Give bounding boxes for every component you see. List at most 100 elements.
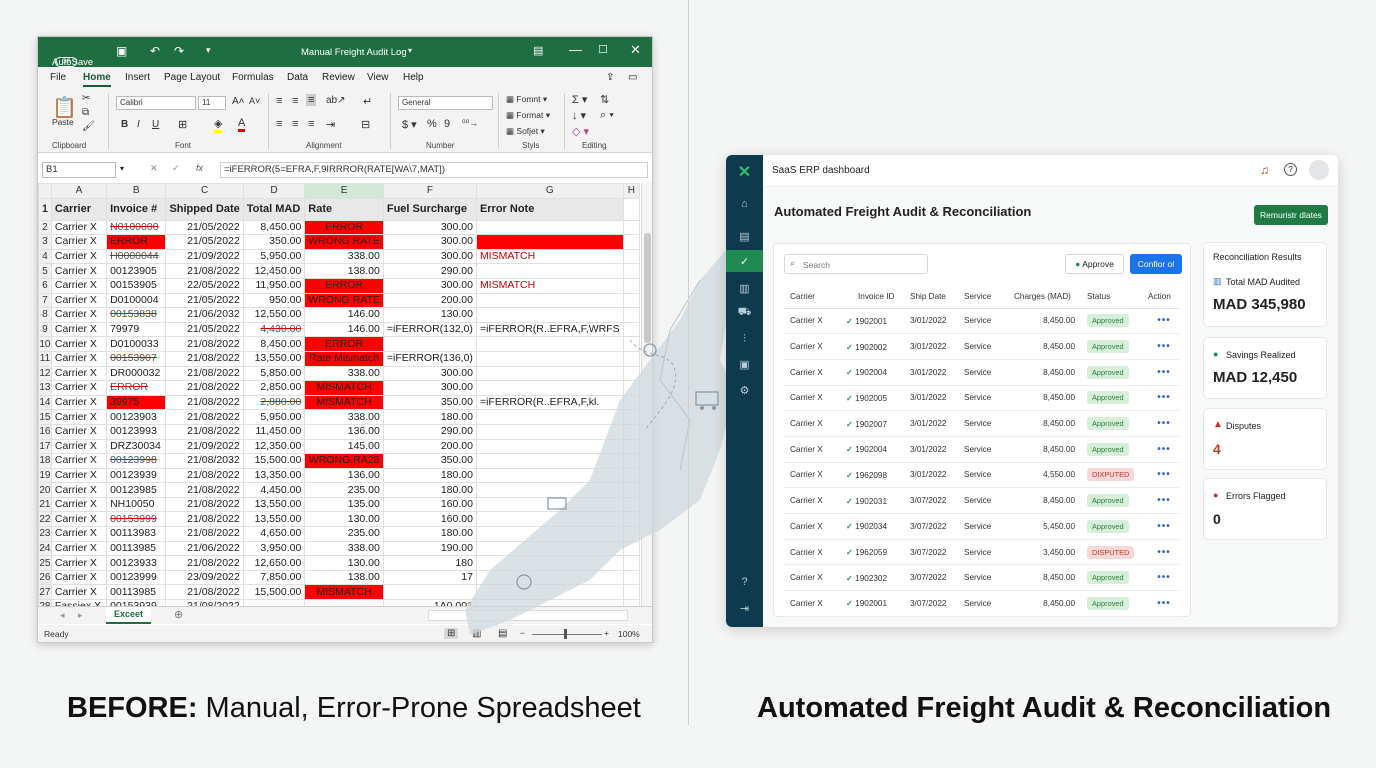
row-number[interactable]: 18	[38, 453, 52, 469]
cell[interactable]: 22/05/2022	[165, 277, 244, 294]
cell[interactable]: 21/05/2022	[165, 219, 244, 236]
column-header[interactable]: E	[304, 183, 384, 199]
cell[interactable]: 338.00	[304, 248, 384, 265]
notification-bell-icon[interactable]: ♫	[1260, 163, 1269, 177]
cell[interactable]: 130.00	[304, 555, 384, 571]
wrap-text-icon[interactable]: ↵	[363, 95, 372, 108]
cell[interactable]: ERROR	[106, 380, 167, 396]
row-number[interactable]: 26	[38, 569, 52, 586]
cell[interactable]: 39975	[106, 394, 167, 411]
name-box[interactable]: B1	[42, 162, 116, 178]
tab-view[interactable]: View	[367, 72, 389, 83]
customize-icon[interactable]: ▾	[206, 45, 211, 56]
tab-data[interactable]: Data	[287, 72, 308, 83]
cell[interactable]: 23/09/2022	[165, 569, 244, 586]
more-actions-icon[interactable]: •••	[1157, 598, 1171, 609]
action-cell[interactable]: •••	[1148, 539, 1180, 566]
align-top-icon[interactable]: ≡	[276, 95, 282, 107]
header-cell[interactable]: Carrier	[50, 197, 108, 221]
prev-sheet-icon[interactable]: ◂	[60, 610, 65, 621]
cell[interactable]: Carrier X	[50, 277, 108, 294]
row-number[interactable]: 3	[38, 234, 52, 250]
cell[interactable]: 15,500.00	[242, 584, 306, 601]
align-left-icon[interactable]: ≡	[276, 118, 282, 130]
cell[interactable]: Carrier X	[50, 526, 108, 542]
cell[interactable]: 15,500.00	[242, 453, 306, 469]
row-number[interactable]: 22	[38, 511, 52, 528]
tab-page-layout[interactable]: Page Layout	[164, 72, 220, 83]
cell[interactable]: 4,650.00	[242, 526, 306, 542]
cell[interactable]: 21/08/2022	[165, 409, 244, 425]
sort-filter-icon[interactable]: ⇅	[600, 93, 609, 106]
cell[interactable]: Carrier X	[50, 423, 108, 440]
cell[interactable]: 950.00	[242, 292, 306, 309]
cell[interactable]: 21/08/2022	[165, 263, 244, 279]
bold-icon[interactable]: B	[121, 119, 128, 130]
clipboard-icon[interactable]: ▤	[726, 225, 763, 247]
tab-file[interactable]: File	[50, 72, 66, 83]
more-actions-icon[interactable]: •••	[1157, 444, 1171, 455]
cell[interactable]: MISMATCH	[304, 394, 384, 411]
cell[interactable]: 135.00	[304, 496, 384, 513]
document-icon[interactable]: ▣	[726, 353, 763, 375]
cell[interactable]: 00113985	[106, 584, 167, 601]
close-icon[interactable]: ✕	[630, 42, 641, 58]
table-row[interactable]: Carrier X ✓ 1902031 3/07/2022 Service 8,450.…	[784, 487, 1180, 514]
underline-icon[interactable]: U	[152, 119, 159, 130]
cell[interactable]: 00113983	[106, 526, 167, 542]
cell[interactable]	[622, 219, 641, 236]
cell[interactable]: 00123933	[106, 555, 167, 571]
next-sheet-icon[interactable]: ▸	[78, 610, 83, 621]
cell[interactable]: Carrier X	[50, 540, 108, 557]
orientation-icon[interactable]: ab↗	[326, 95, 346, 106]
cell[interactable]: 00123939	[106, 467, 167, 484]
cell[interactable]: 130.00	[304, 511, 384, 528]
format-painter-icon[interactable]: 🖌	[82, 121, 95, 132]
cell[interactable]: 2,880.00	[242, 394, 306, 411]
cell[interactable]: Carrier X	[50, 569, 108, 586]
row-number[interactable]: 20	[38, 482, 52, 498]
align-center-icon[interactable]: ≡	[292, 118, 298, 130]
cell[interactable]: ERROR	[106, 234, 167, 250]
cell[interactable]: 2,850.00	[242, 380, 306, 396]
action-cell[interactable]: •••	[1148, 359, 1180, 386]
row-number[interactable]: 9	[38, 321, 52, 338]
column-header[interactable]: H	[622, 183, 641, 199]
table-row[interactable]: Carrier X ✓ 1902001 3/01/2022 Service 8,450.…	[784, 308, 1180, 335]
enter-formula-icon[interactable]: ✓	[172, 163, 180, 174]
cell[interactable]: Carrier X	[50, 482, 108, 498]
cell[interactable]: Carrier X	[50, 409, 108, 425]
cell[interactable]: 3,950.00	[242, 540, 306, 557]
cell[interactable]: 338.00	[304, 365, 384, 382]
column-header[interactable]: G	[475, 183, 624, 199]
column-header[interactable]: Invoice ID	[846, 286, 910, 309]
cell[interactable]: 21/08/2022	[165, 482, 244, 498]
column-header[interactable]: Action	[1148, 286, 1180, 309]
action-cell[interactable]: •••	[1148, 385, 1180, 412]
action-cell[interactable]: •••	[1148, 513, 1180, 540]
column-header[interactable]: Charges (MAD)	[1014, 286, 1087, 309]
column-header[interactable]: C	[165, 183, 244, 199]
more-actions-icon[interactable]: •••	[1157, 547, 1171, 558]
cell[interactable]: MISMATCH	[304, 584, 384, 601]
table-row[interactable]: Carrier X ✓ 1902004 3/01/2022 Service 8,450.…	[784, 436, 1180, 463]
cell[interactable]: Carrier X	[50, 496, 108, 513]
row-number[interactable]: 21	[38, 496, 52, 513]
cell[interactable]: 21/06/2022	[165, 540, 244, 557]
cell-styles-button[interactable]: ▦ Sofjet ▾	[506, 126, 545, 137]
more-actions-icon[interactable]: •••	[1157, 572, 1171, 583]
row-number[interactable]: 6	[38, 277, 52, 294]
tab-home[interactable]: Home	[83, 72, 111, 87]
column-header[interactable]: Ship Date	[910, 286, 964, 309]
cell[interactable]: 00153907	[106, 350, 167, 367]
cell[interactable]: D0100033	[106, 336, 167, 352]
comma-icon[interactable]: 9	[444, 118, 450, 130]
column-header[interactable]: B	[106, 183, 167, 199]
cut-icon[interactable]: ✂	[82, 93, 90, 104]
confirm-button[interactable]: Confior ol	[1130, 254, 1182, 274]
column-header[interactable]: Carrier	[784, 286, 846, 309]
cell[interactable]: Carrier X	[50, 365, 108, 382]
cell[interactable]: 8,450.00	[242, 336, 306, 352]
font-name-select[interactable]: Calibri	[116, 96, 196, 110]
fill-color-icon[interactable]: ◈	[214, 117, 223, 133]
